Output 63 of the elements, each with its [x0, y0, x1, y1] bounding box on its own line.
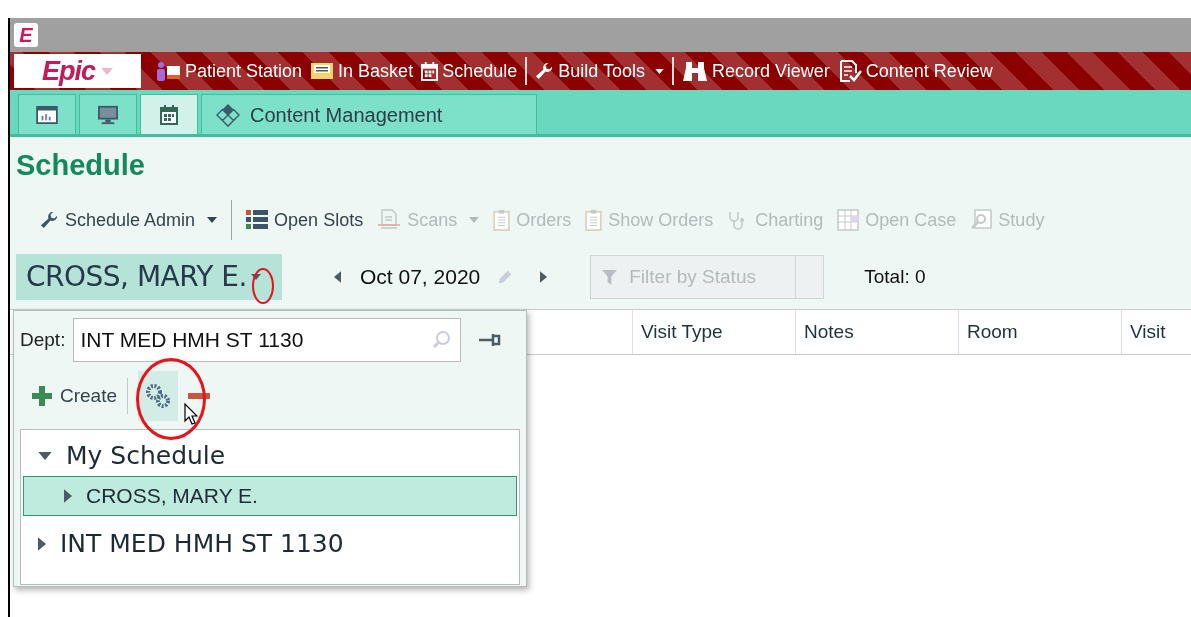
- inbox-icon: [310, 62, 335, 80]
- annotation-circle: [252, 268, 274, 304]
- app-logo: E: [14, 23, 38, 47]
- scanner-icon: [377, 209, 402, 231]
- remove-button[interactable]: [188, 391, 211, 401]
- toolbar-button[interactable]: Open Slots: [246, 206, 364, 234]
- settings-button[interactable]: [138, 371, 179, 421]
- column-header[interactable]: Visit: [1121, 310, 1191, 354]
- person-icon: [155, 61, 181, 81]
- column-header[interactable]: Notes: [795, 310, 958, 354]
- search-icon: [431, 330, 452, 350]
- tree-item-label: My Schedule: [66, 440, 226, 473]
- grid-icon: [246, 210, 269, 230]
- right-arrow-icon: [539, 271, 547, 283]
- pin-icon: [479, 333, 502, 347]
- calendar-icon: [421, 61, 439, 81]
- dept-label: Dept:: [20, 327, 66, 352]
- dept-search-field[interactable]: INT MED HMH ST 1130: [73, 318, 462, 362]
- filter-field[interactable]: Filter by Status: [590, 255, 797, 299]
- date-label: Oct 07, 2020: [360, 264, 481, 291]
- left-arrow-icon: [333, 271, 341, 283]
- clipboard-icon: [493, 209, 511, 231]
- chart-window-icon: [36, 105, 58, 124]
- caret-icon: [250, 274, 261, 280]
- diamonds-icon: [216, 102, 240, 127]
- tree-item-label: INT MED HMH ST 1130: [60, 528, 344, 561]
- magnifier-icon: [970, 209, 993, 231]
- provider-selector[interactable]: CROSS, MARY E.: [16, 254, 282, 300]
- create-button[interactable]: Create: [32, 381, 118, 411]
- minus-icon: [188, 393, 211, 399]
- cursor-icon: [184, 403, 198, 425]
- menu-item[interactable]: Record Viewer: [681, 57, 830, 85]
- epic-menu-button[interactable]: Epic: [14, 54, 141, 88]
- gears-icon: [144, 382, 173, 410]
- menu-item[interactable]: Schedule: [421, 57, 518, 85]
- workspace-tab[interactable]: [79, 94, 137, 134]
- wrench-icon: [535, 61, 555, 81]
- menu-item[interactable]: Build Tools: [535, 57, 664, 85]
- tree-item[interactable]: INT MED HMH ST 1130: [23, 524, 517, 564]
- plus-icon: [32, 386, 52, 406]
- caret-icon: [101, 67, 113, 75]
- toolbar-button[interactable]: Schedule Admin: [40, 206, 218, 234]
- total-count: Total: 0: [864, 264, 926, 289]
- clipboard-icon: [585, 209, 603, 231]
- tree-item[interactable]: My Schedule: [23, 436, 517, 476]
- workspace-tab[interactable]: [140, 94, 198, 134]
- wrench-icon: [40, 210, 59, 230]
- monitor-icon: [97, 104, 119, 125]
- menu-item[interactable]: Content Review: [837, 57, 993, 85]
- menu-item[interactable]: In Basket: [310, 57, 414, 85]
- tree-item[interactable]: CROSS, MARY E.: [23, 476, 517, 516]
- column-header[interactable]: Visit Type: [632, 310, 795, 354]
- page-title: Schedule: [16, 148, 145, 184]
- tree-item-label: CROSS, MARY E.: [86, 483, 258, 510]
- filter-icon: [602, 270, 618, 285]
- table-icon: [837, 209, 860, 231]
- calendar-icon: [160, 104, 178, 125]
- workspace-tab[interactable]: [18, 94, 76, 134]
- menu-item[interactable]: Patient Station: [155, 57, 303, 85]
- document-check-icon: [837, 59, 862, 83]
- binoculars-icon: [681, 60, 708, 82]
- workspace-tab[interactable]: Content Management: [201, 94, 537, 134]
- column-header[interactable]: Room: [958, 310, 1121, 354]
